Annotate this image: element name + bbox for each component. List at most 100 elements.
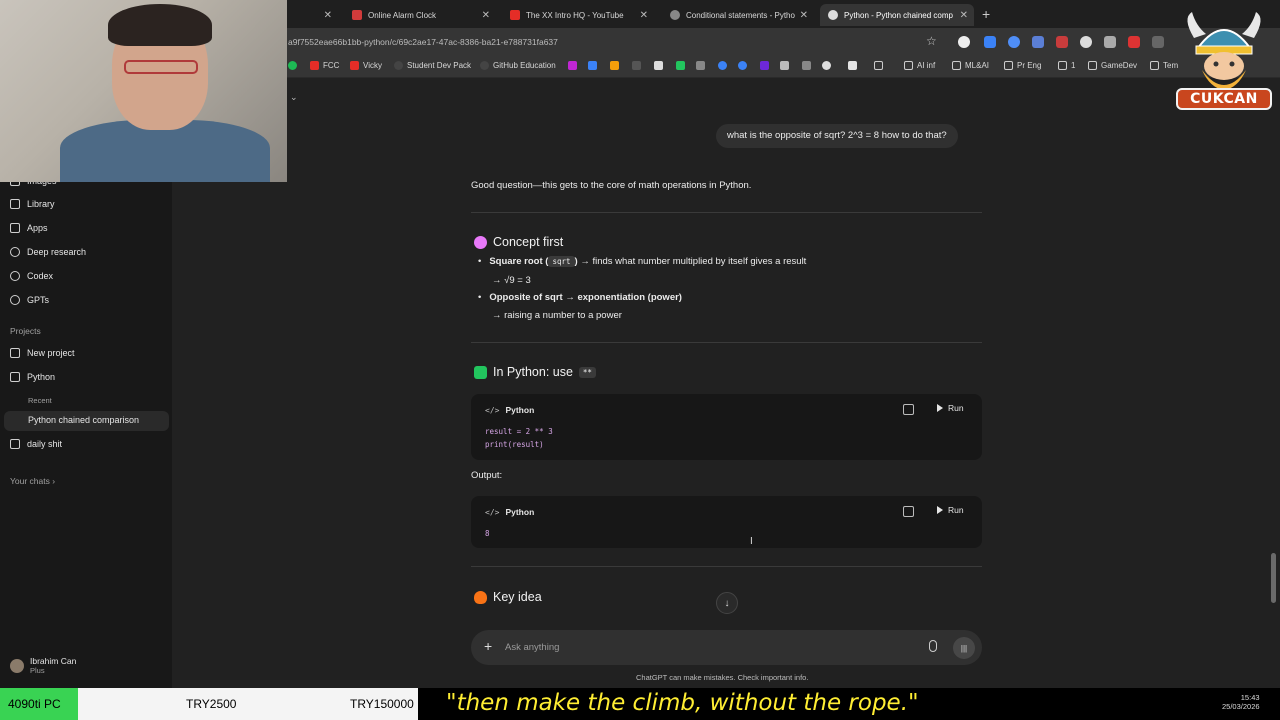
bookmark-folder[interactable]: GameDev [1088,61,1137,70]
bookmark-label: GitHub Education [493,61,556,70]
bookmark-icon-only[interactable] [588,61,597,70]
sidebar-item-apps[interactable]: Apps [10,223,48,233]
your-chats-toggle[interactable]: Your chats › [10,476,55,486]
bookmark-folder[interactable]: Pr Eng [1004,61,1041,70]
sidebar-item-new-project[interactable]: New project [10,348,75,358]
close-tab-icon[interactable]: ✕ [482,10,490,21]
stream-ticker: 4090ti PC TRY2500 TRY150000 "then make t… [0,688,1280,720]
bookmark-icon-only[interactable] [568,61,577,70]
extension-icon[interactable] [1080,36,1092,48]
bookmark-label: AI inf [917,61,936,70]
app-icon [760,61,769,70]
bookmark-item[interactable]: FCC [310,61,339,70]
extension-icon[interactable] [1008,36,1020,48]
bookmark-folder[interactable]: 1 [1058,61,1075,70]
tab-title: The XX Intro HQ - YouTube [526,10,624,20]
new-folder-icon [10,348,20,358]
deep-research-icon [10,247,20,257]
url-field[interactable]: a9f7552eae66b1bb-python/c/69c2ae17-47ac-… [288,37,558,47]
sidebar-item-library[interactable]: Library [10,199,55,209]
glasses [124,60,198,74]
bookmark-icon-only[interactable] [874,61,883,70]
bookmark-icon-only[interactable] [696,61,705,70]
extension-icon[interactable] [958,36,970,48]
bookmark-folder[interactable]: AI inf [904,61,935,70]
user-name: Ibrahim Can [30,656,77,666]
sidebar-item-python-chained-comparison[interactable]: Python chained comparison [28,415,139,425]
close-tab-icon[interactable]: ✕ [800,10,808,21]
copy-icon[interactable] [903,404,914,415]
divider [471,566,982,567]
close-tab-icon[interactable]: ✕ [324,10,332,21]
extension-icon[interactable] [1056,36,1068,48]
extension-icon[interactable] [1032,36,1044,48]
chat-input[interactable] [505,639,905,655]
avatar [10,658,24,673]
microphone-icon[interactable] [929,640,937,652]
section-heading-concept: Concept first [474,235,563,249]
scrollbar-thumb[interactable] [1271,553,1276,603]
check-icon [474,365,487,379]
copy-icon[interactable] [903,506,914,517]
folder-icon [904,61,913,70]
bookmark-icon-only[interactable] [802,61,811,70]
tab-alarm-clock[interactable]: Online Alarm Clock ✕ [344,4,496,26]
add-attachment-button[interactable]: + [484,638,492,654]
bookmark-item[interactable]: Student Dev Pack [394,61,471,70]
chevron-down-icon[interactable]: ⌄ [290,92,298,103]
bookmark-icon-only[interactable] [654,61,663,70]
tab-conditional-statements[interactable]: Conditional statements - Pytho ✕ [662,4,814,26]
close-tab-icon[interactable]: ✕ [960,10,968,21]
play-icon [937,506,943,514]
extension-icon[interactable] [1128,36,1140,48]
code-block: </> Python Run result = 2 ** 3 print(resu… [471,394,982,460]
sidebar-item-deep-research[interactable]: Deep research [10,247,86,257]
bookmark-icon-only[interactable] [610,61,619,70]
sidebar-item-gpts[interactable]: GPTs [10,295,49,305]
bookmark-icon-only[interactable] [780,61,789,70]
bookmark-item[interactable] [288,61,297,70]
code-language: Python [505,405,535,415]
bookmark-icon-only[interactable] [676,61,685,70]
youtube-icon [510,10,520,20]
user-profile[interactable]: Ibrahim Can Plus [10,656,76,675]
github-icon [480,61,489,70]
code-line: result = 2 ** 3 [485,427,553,436]
bookmark-icon-only[interactable] [632,61,641,70]
sidebar-item-python[interactable]: Python [10,372,55,382]
folder-icon [1150,61,1159,70]
tab-python-chained[interactable]: Python - Python chained comp ✕ [820,4,974,26]
tab-title: Online Alarm Clock [368,10,437,20]
run-button[interactable]: Run [937,403,964,413]
close-tab-icon[interactable]: ✕ [640,10,648,21]
bookmark-icon-only[interactable] [738,61,747,70]
bookmark-item[interactable]: GitHub Education [480,61,556,70]
app-icon [568,61,577,70]
bookmark-icon-only[interactable] [718,61,727,70]
run-button[interactable]: Run [937,505,964,515]
list-subline: → raising a number to a power [492,310,622,321]
tab-youtube[interactable]: The XX Intro HQ - YouTube ✕ [502,4,654,26]
new-tab-button[interactable]: + [982,6,990,22]
bookmark-icon-only[interactable] [822,61,831,70]
sidebar-item-codex[interactable]: Codex [10,271,53,281]
bookmark-star-icon[interactable]: ☆ [926,34,937,48]
bookmark-icon-only[interactable] [848,61,857,70]
bookmark-label: ML&AI [965,61,990,70]
voice-mode-button[interactable]: ||| [953,637,975,659]
gpts-icon [10,295,20,305]
scroll-down-button[interactable]: ↓ [716,592,738,614]
extension-icon[interactable] [984,36,996,48]
tab-blank[interactable]: ✕ [290,4,338,26]
code-block-header: </> Python [485,507,534,517]
codex-icon [10,271,20,281]
extension-icon[interactable] [1104,36,1116,48]
output-label: Output: [471,470,503,481]
bookmark-icon-only[interactable] [760,61,769,70]
sidebar-item-daily[interactable]: daily shit [10,439,62,449]
goal-current-amount: TRY2500 [186,697,237,711]
bookmark-item[interactable]: Vicky [350,61,382,70]
extension-icon[interactable] [1152,36,1164,48]
bookmark-folder[interactable]: ML&AI [952,61,989,70]
youtube-icon [310,61,319,70]
